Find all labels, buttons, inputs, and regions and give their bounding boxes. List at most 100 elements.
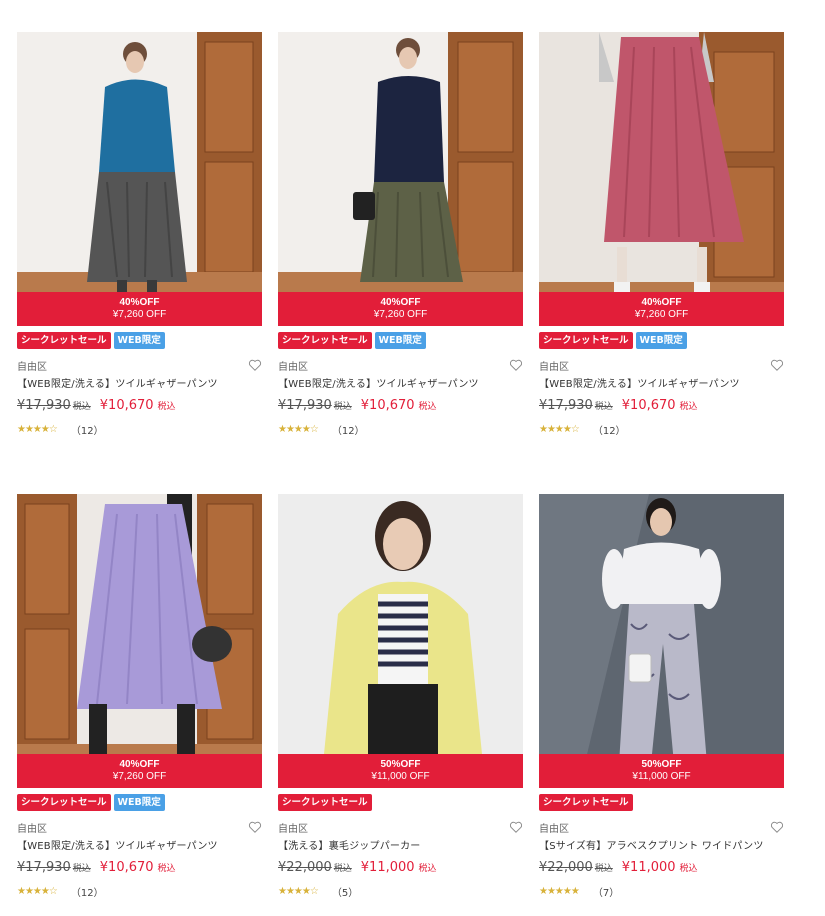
brand-name: 自由区 [17,824,47,835]
review-count: （12） [592,425,626,437]
discount-amount: ¥7,260 OFF [112,309,167,320]
rating-row: ★★★★☆ （12） [17,884,262,899]
product-name[interactable]: 【WEB限定/洗える】ツイルギャザーパンツ [17,840,262,854]
discount-amount: ¥7,260 OFF [373,309,428,320]
tax-label: 税込 [679,402,698,412]
review-count: （5） [331,887,359,899]
secret-sale-badge: シークレットセール [278,794,372,811]
star-rating: ★★★★☆ [17,423,58,435]
product-photo [278,494,523,788]
heart-icon[interactable] [770,820,784,834]
product-card[interactable]: 40%OFF ¥7,260 OFF シークレットセール WEB限定 自由区 【W… [278,32,523,437]
product-card[interactable]: 40%OFF ¥7,260 OFF シークレットセール WEB限定 自由区 【W… [17,494,262,899]
discount-percent: 40%OFF [119,297,160,308]
sale-price: ¥11,000 [360,860,415,875]
product-name[interactable]: 【Sサイズ有】アラベスクプリント ワイドパンツ [539,840,784,854]
review-count: （12） [70,425,104,437]
tax-label: 税込 [418,402,437,412]
product-image[interactable]: 40%OFF ¥7,260 OFF [17,32,262,326]
original-price: ¥17,930 [539,398,593,413]
discount-percent: 40%OFF [380,297,421,308]
badge-row: シークレットセール [278,794,523,811]
discount-banner: 40%OFF ¥7,260 OFF [17,292,262,326]
star-rating: ★★★★☆ [539,423,580,435]
heart-icon[interactable] [248,358,262,372]
sale-price: ¥10,670 [621,398,676,413]
product-photo [539,32,784,326]
discount-amount: ¥11,000 OFF [632,771,691,782]
product-card[interactable]: 50%OFF ¥11,000 OFF シークレットセール 自由区 【Sサイズ有】… [539,494,784,899]
product-image[interactable]: 40%OFF ¥7,260 OFF [539,32,784,326]
tax-label: 税込 [418,864,437,874]
product-image[interactable]: 40%OFF ¥7,260 OFF [278,32,523,326]
original-price: ¥17,930 [17,860,71,875]
product-name[interactable]: 【WEB限定/洗える】ツイルギャザーパンツ [539,378,784,392]
rating-row: ★★★★☆ （12） [17,422,262,437]
tax-label: 税込 [679,864,698,874]
discount-percent: 50%OFF [641,759,682,770]
star-rating: ★★★★☆ [17,885,58,897]
discount-banner: 40%OFF ¥7,260 OFF [278,292,523,326]
price-row: ¥22,000 税込 ¥11,000 税込 [539,860,784,878]
sale-price: ¥11,000 [621,860,676,875]
discount-percent: 40%OFF [641,297,682,308]
heart-icon[interactable] [248,820,262,834]
discount-amount: ¥7,260 OFF [634,309,689,320]
tax-label: 税込 [594,864,613,874]
secret-sale-badge: シークレットセール [17,794,111,811]
price-row: ¥17,930 税込 ¥10,670 税込 [17,860,262,878]
product-name[interactable]: 【WEB限定/洗える】ツイルギャザーパンツ [17,378,262,392]
rating-row: ★★★★☆ （12） [278,422,523,437]
product-name[interactable]: 【WEB限定/洗える】ツイルギャザーパンツ [278,378,523,392]
original-price: ¥17,930 [278,398,332,413]
product-image[interactable]: 50%OFF ¥11,000 OFF [539,494,784,788]
product-card[interactable]: 50%OFF ¥11,000 OFF シークレットセール 自由区 【洗える】裏毛… [278,494,523,899]
secret-sale-badge: シークレットセール [539,332,633,349]
product-image[interactable]: 40%OFF ¥7,260 OFF [17,494,262,788]
review-count: （7） [592,887,620,899]
heart-icon[interactable] [509,820,523,834]
heart-icon[interactable] [770,358,784,372]
badge-row: シークレットセール WEB限定 [539,332,784,349]
brand-name: 自由区 [539,362,569,373]
brand-name: 自由区 [539,824,569,835]
product-photo [539,494,784,788]
original-price: ¥17,930 [17,398,71,413]
web-only-badge: WEB限定 [113,794,165,811]
badge-row: シークレットセール WEB限定 [278,332,523,349]
heart-icon[interactable] [509,358,523,372]
original-price: ¥22,000 [539,860,593,875]
brand-name: 自由区 [278,824,308,835]
sale-price: ¥10,670 [99,398,154,413]
secret-sale-badge: シークレットセール [539,794,633,811]
rating-row: ★★★★★ （7） [539,884,784,899]
discount-banner: 40%OFF ¥7,260 OFF [17,754,262,788]
rating-row: ★★★★☆ （5） [278,884,523,899]
tax-label: 税込 [72,402,91,412]
tax-label: 税込 [157,864,176,874]
sale-price: ¥10,670 [99,860,154,875]
tax-label: 税込 [594,402,613,412]
price-row: ¥17,930 税込 ¥10,670 税込 [539,398,784,416]
product-image[interactable]: 50%OFF ¥11,000 OFF [278,494,523,788]
star-rating: ★★★★☆ [278,423,319,435]
badge-row: シークレットセール WEB限定 [17,332,262,349]
tax-label: 税込 [333,402,352,412]
web-only-badge: WEB限定 [374,332,426,349]
product-photo [17,494,262,788]
product-card[interactable]: 40%OFF ¥7,260 OFF シークレットセール WEB限定 自由区 【W… [539,32,784,437]
discount-percent: 40%OFF [119,759,160,770]
discount-amount: ¥7,260 OFF [112,771,167,782]
product-name[interactable]: 【洗える】裏毛ジップパーカー [278,840,523,854]
product-card[interactable]: 40%OFF ¥7,260 OFF シークレットセール WEB限定 自由区 【W… [17,32,262,437]
discount-banner: 50%OFF ¥11,000 OFF [278,754,523,788]
price-row: ¥22,000 税込 ¥11,000 税込 [278,860,523,878]
sale-price: ¥10,670 [360,398,415,413]
web-only-badge: WEB限定 [635,332,687,349]
discount-banner: 50%OFF ¥11,000 OFF [539,754,784,788]
star-rating: ★★★★★ [539,885,580,897]
secret-sale-badge: シークレットセール [278,332,372,349]
tax-label: 税込 [157,402,176,412]
badge-row: シークレットセール WEB限定 [17,794,262,811]
star-rating: ★★★★☆ [278,885,319,897]
